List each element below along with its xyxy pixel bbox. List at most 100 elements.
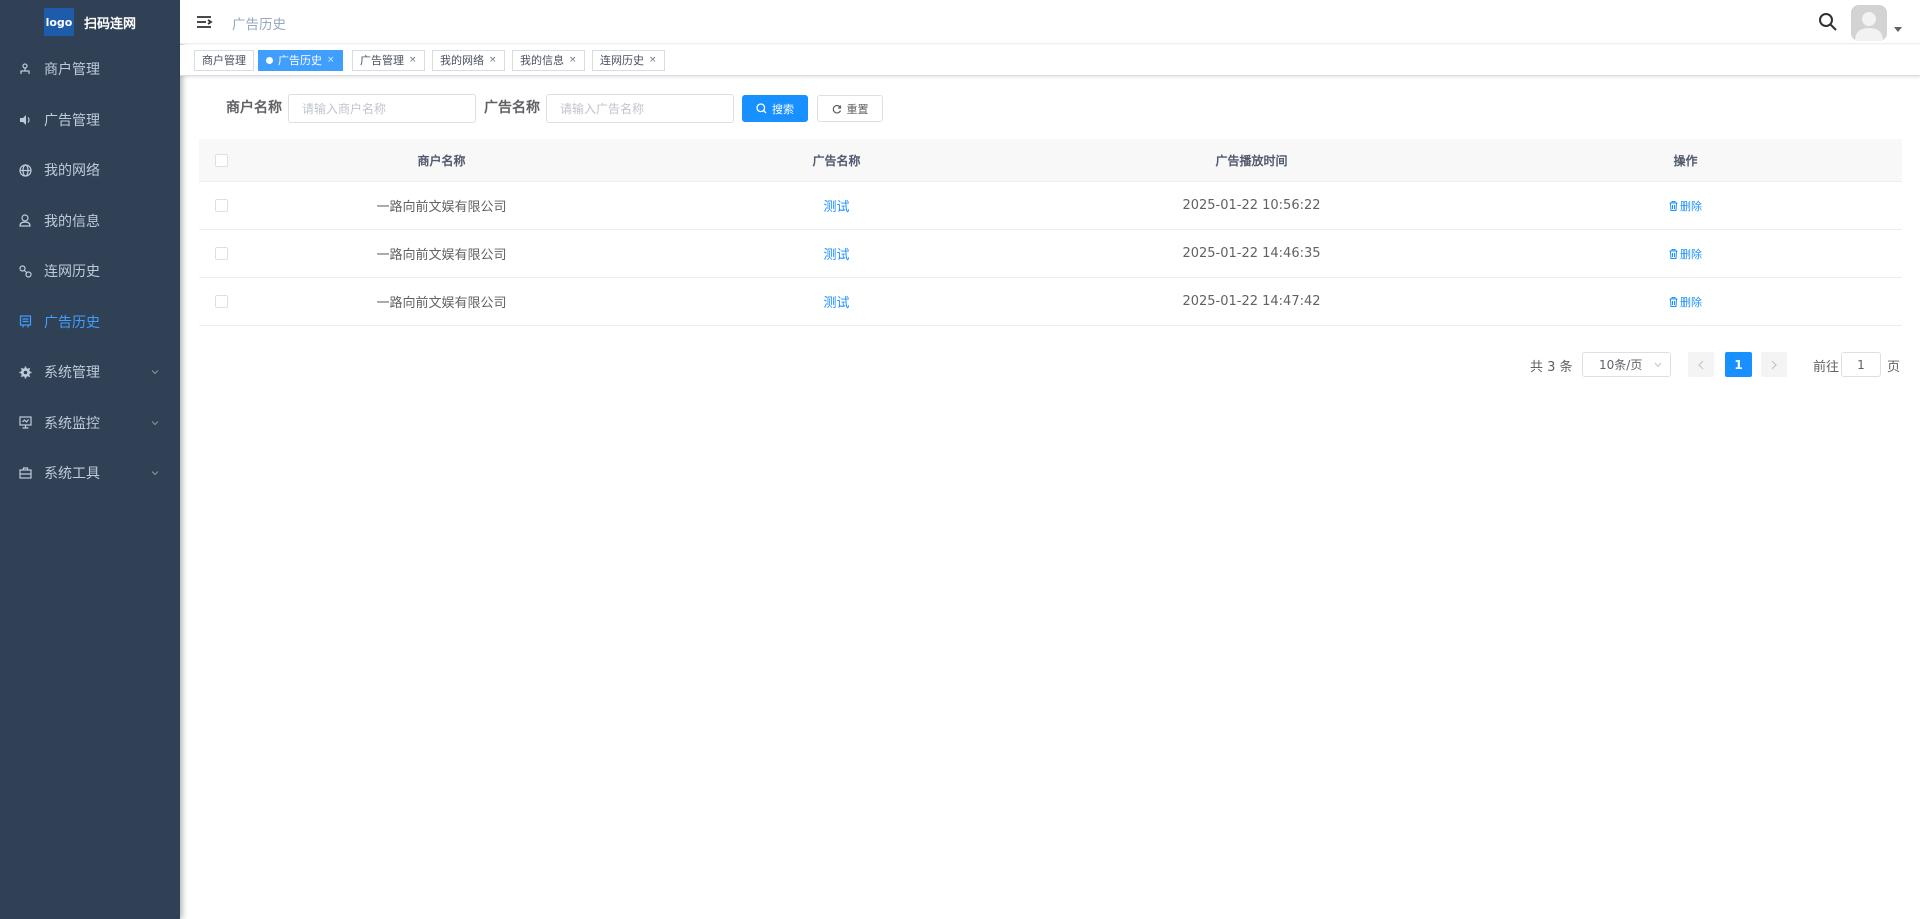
sidebar-item-system-tools[interactable]: 系统工具 — [0, 448, 180, 499]
ad-name-input[interactable] — [546, 94, 734, 123]
gear-icon — [18, 365, 32, 379]
breadcrumb: 广告历史 — [232, 17, 286, 33]
brand[interactable]: logo 扫码连网 — [0, 0, 180, 44]
merchant-cell: 一路向前文娱有限公司 — [376, 248, 507, 263]
sidebar-item-label: 系统管理 — [44, 365, 100, 382]
billboard-icon — [18, 315, 32, 329]
active-dot-icon — [266, 57, 273, 64]
row-checkbox[interactable] — [215, 247, 228, 260]
close-icon[interactable]: × — [569, 51, 577, 70]
reset-button[interactable]: 重置 — [817, 95, 883, 122]
tag-merchant[interactable]: 商户管理 — [194, 50, 254, 71]
trash-icon — [1669, 248, 1678, 259]
page-suffix-label: 页 — [1887, 360, 1901, 375]
user-tree-icon — [18, 62, 32, 76]
sidebar-item-merchant[interactable]: 商户管理 — [0, 44, 180, 95]
close-icon[interactable]: × — [409, 51, 417, 70]
sidebar: logo 扫码连网 商户管理 广告管理 我的网络 我的信息 连网历史 广告历史 … — [0, 0, 180, 919]
reset-button-label: 重置 — [846, 102, 869, 116]
tag-my-network[interactable]: 我的网络 × — [432, 50, 505, 71]
sidebar-item-label: 我的信息 — [44, 213, 100, 230]
tag-my-info[interactable]: 我的信息 × — [512, 50, 585, 71]
speaker-icon — [18, 113, 32, 127]
chevron-down-icon — [151, 471, 159, 476]
delete-button[interactable]: 删除 — [1669, 198, 1702, 214]
globe-icon — [18, 163, 32, 177]
person-icon — [18, 214, 32, 228]
sidebar-item-label: 系统监控 — [44, 415, 100, 432]
hamburger-icon[interactable] — [195, 13, 213, 31]
navbar: 广告历史 — [180, 0, 1920, 44]
sidebar-item-label: 我的网络 — [44, 163, 100, 180]
delete-label: 删除 — [1680, 295, 1702, 309]
ad-name-link[interactable]: 测试 — [823, 244, 849, 263]
delete-label: 删除 — [1680, 199, 1702, 213]
goto-label: 前往 — [1813, 360, 1840, 375]
caret-down-icon[interactable] — [1894, 27, 1902, 33]
sidebar-item-label: 连网历史 — [44, 264, 100, 281]
chevron-down-icon — [1654, 362, 1662, 368]
tag-ad-manage[interactable]: 广告管理 × — [352, 50, 425, 71]
column-header-merchant: 商户名称 — [417, 153, 466, 168]
search-icon — [756, 103, 767, 114]
prev-page-button[interactable] — [1688, 352, 1714, 377]
tag-label: 商户管理 — [202, 54, 246, 67]
select-all-checkbox[interactable] — [215, 153, 228, 167]
avatar[interactable] — [1851, 5, 1887, 41]
tag-label: 广告管理 — [360, 54, 404, 67]
table-row: 一路向前文娱有限公司 测试 2025-01-22 14:47:42 删除 — [199, 278, 1902, 326]
column-header-actions: 操作 — [1673, 153, 1698, 168]
merchant-cell: 一路向前文娱有限公司 — [376, 296, 507, 311]
tag-ad-history[interactable]: 广告历史 × — [258, 50, 343, 71]
delete-button[interactable]: 删除 — [1669, 246, 1702, 262]
search-icon[interactable] — [1818, 12, 1838, 32]
data-table: 商户名称 广告名称 广告播放时间 操作 一路向前文娱有限公司 测试 2025-0… — [199, 139, 1902, 326]
sidebar-item-my-info[interactable]: 我的信息 — [0, 196, 180, 247]
sidebar-item-ad-history[interactable]: 广告历史 — [0, 297, 180, 348]
trash-icon — [1669, 200, 1678, 211]
delete-button[interactable]: 删除 — [1669, 294, 1702, 310]
sidebar-item-label: 广告管理 — [44, 112, 100, 129]
sidebar-item-my-network[interactable]: 我的网络 — [0, 145, 180, 196]
sidebar-item-ad-manage[interactable]: 广告管理 — [0, 95, 180, 146]
goto-page-input[interactable] — [1841, 352, 1881, 377]
chevron-right-icon — [1771, 360, 1777, 369]
column-header-play-time: 广告播放时间 — [1215, 153, 1288, 168]
header-checkbox-cell — [199, 139, 244, 181]
search-button-label: 搜索 — [772, 102, 794, 116]
next-page-button[interactable] — [1761, 352, 1787, 377]
ad-name-link[interactable]: 测试 — [823, 196, 849, 215]
chevron-down-icon — [151, 370, 159, 375]
tag-network-history[interactable]: 连网历史 × — [592, 50, 665, 71]
pagination-total: 共 3 条 — [1530, 360, 1573, 375]
monitor-icon — [18, 416, 32, 430]
chevron-left-icon — [1698, 360, 1704, 369]
close-icon[interactable]: × — [489, 51, 497, 70]
merchant-name-input[interactable] — [288, 94, 476, 123]
table-row: 一路向前文娱有限公司 测试 2025-01-22 14:46:35 删除 — [199, 230, 1902, 278]
sidebar-item-system-manage[interactable]: 系统管理 — [0, 347, 180, 398]
sidebar-item-network-history[interactable]: 连网历史 — [0, 246, 180, 297]
column-header-ad-name: 广告名称 — [812, 153, 861, 168]
tag-label: 我的信息 — [520, 54, 564, 67]
close-icon[interactable]: × — [649, 51, 657, 70]
row-checkbox[interactable] — [215, 199, 228, 212]
sidebar-item-system-monitor[interactable]: 系统监控 — [0, 398, 180, 449]
tags-view: 商户管理 广告历史 × 广告管理 × 我的网络 × 我的信息 × 连网历史 × — [180, 45, 1920, 76]
table-header: 商户名称 广告名称 广告播放时间 操作 — [199, 139, 1902, 182]
ad-name-link[interactable]: 测试 — [823, 292, 849, 311]
search-button[interactable]: 搜索 — [742, 95, 808, 122]
refresh-icon — [832, 104, 841, 114]
page-size-select[interactable]: 10条/页 — [1582, 352, 1671, 377]
row-checkbox[interactable] — [215, 295, 228, 308]
table-row: 一路向前文娱有限公司 测试 2025-01-22 10:56:22 删除 — [199, 182, 1902, 230]
tag-label: 连网历史 — [600, 54, 644, 67]
sidebar-item-label: 广告历史 — [44, 314, 100, 331]
play-time-cell: 2025-01-22 10:56:22 — [1182, 198, 1321, 213]
sidebar-item-label: 商户管理 — [44, 62, 100, 79]
avatar-person-icon — [1851, 5, 1887, 41]
close-icon[interactable]: × — [327, 51, 335, 70]
page-number-current[interactable]: 1 — [1725, 352, 1752, 377]
trash-icon — [1669, 296, 1678, 307]
play-time-cell: 2025-01-22 14:47:42 — [1182, 294, 1321, 309]
